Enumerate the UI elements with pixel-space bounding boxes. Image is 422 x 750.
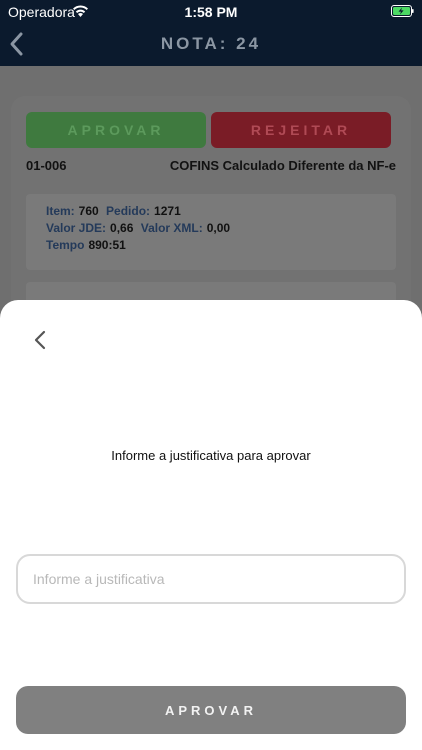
reject-button[interactable]: REJEITAR <box>211 112 391 148</box>
info-line-tempo: Tempo 890:51 <box>46 238 130 252</box>
tempo-label: Tempo <box>46 238 85 252</box>
valor-jde-value: 0,66 <box>110 221 134 235</box>
justification-sheet: Informe a justificativa para aprovar APR… <box>0 300 422 750</box>
tempo-value: 890:51 <box>88 238 126 252</box>
battery-charging-icon <box>391 5 414 17</box>
valor-xml-value: 0,00 <box>206 221 231 235</box>
pedido-label: Pedido: <box>106 204 151 218</box>
pedido-value: 1271 <box>154 204 181 218</box>
item-label: Item: <box>46 204 75 218</box>
status-bar: Operadora 1:58 PM <box>0 0 422 24</box>
approve-button[interactable]: APROVAR <box>26 112 206 148</box>
info-box: Item: 760 Pedido: 1271 Valor JDE: 0,66 Valo… <box>26 194 396 270</box>
valor-jde-label: Valor JDE: <box>46 221 107 235</box>
info-line-item: Item: 760 Pedido: 1271 <box>46 204 185 218</box>
justification-input[interactable] <box>16 554 406 604</box>
clock: 1:58 PM <box>184 4 238 20</box>
info-line-valores: Valor JDE: 0,66 Valor XML: 0,00 <box>46 221 234 235</box>
valor-xml-label: Valor XML: <box>140 221 203 235</box>
occurrence-code: 01-006 <box>26 158 67 173</box>
justification-prompt: Informe a justificativa para aprovar <box>111 448 311 463</box>
navigation-bar: NOTA: 24 <box>0 24 422 66</box>
item-value: 760 <box>78 204 99 218</box>
confirm-approve-button[interactable]: APROVAR <box>16 686 406 734</box>
occurrence-description: COFINS Calculado Diferente da NF-e <box>169 158 396 173</box>
sheet-back-chevron-icon[interactable] <box>32 328 48 352</box>
page-title: NOTA: 24 <box>160 34 262 53</box>
